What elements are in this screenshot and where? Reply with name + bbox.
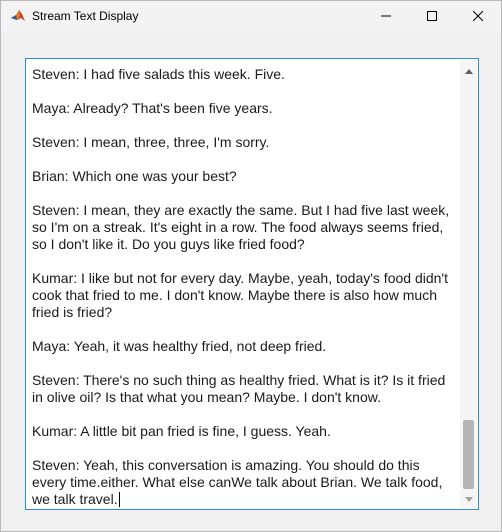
app-window: Stream Text Display Steven: I had five s…	[0, 0, 502, 532]
window-title: Stream Text Display	[32, 9, 139, 23]
transcript-line: Steven: I mean, they are exactly the sam…	[32, 202, 450, 252]
transcript-line: Kumar: A little bit pan fried is fine, I…	[32, 423, 331, 439]
transcript-line: Steven: I mean, three, three, I'm sorry.	[32, 134, 270, 150]
scroll-down-button[interactable]	[460, 490, 477, 506]
scroll-thumb[interactable]	[463, 420, 474, 489]
transcript-line-text: Steven: Yeah, this conversation is amazi…	[32, 457, 443, 507]
triangle-down-icon	[464, 489, 473, 507]
matlab-icon	[10, 8, 26, 24]
maximize-icon	[427, 8, 437, 26]
stream-text-area[interactable]: Steven: I had five salads this week. Fiv…	[25, 58, 479, 510]
minimize-icon	[381, 8, 391, 26]
triangle-up-icon	[464, 61, 473, 79]
minimize-button[interactable]	[363, 1, 409, 32]
transcript-line-last: Steven: Yeah, this conversation is amazi…	[32, 457, 456, 508]
close-button[interactable]	[455, 1, 501, 32]
transcript-line: Maya: Already? That's been five years.	[32, 100, 273, 116]
close-icon	[472, 8, 484, 26]
scroll-up-button[interactable]	[460, 62, 477, 78]
title-bar[interactable]: Stream Text Display	[1, 1, 501, 32]
transcript-line: Steven: I had five salads this week. Fiv…	[32, 66, 285, 82]
transcript-line: Kumar: I like but not for every day. May…	[32, 270, 448, 320]
vertical-scrollbar[interactable]	[460, 60, 477, 508]
transcript-text[interactable]: Steven: I had five salads this week. Fiv…	[32, 66, 456, 525]
maximize-button[interactable]	[409, 1, 455, 32]
transcript-line: Maya: Yeah, it was healthy fried, not de…	[32, 338, 327, 354]
text-caret	[118, 492, 120, 507]
transcript-line: Brian: Which one was your best?	[32, 168, 237, 184]
transcript-line: Steven: There's no such thing as healthy…	[32, 372, 446, 405]
